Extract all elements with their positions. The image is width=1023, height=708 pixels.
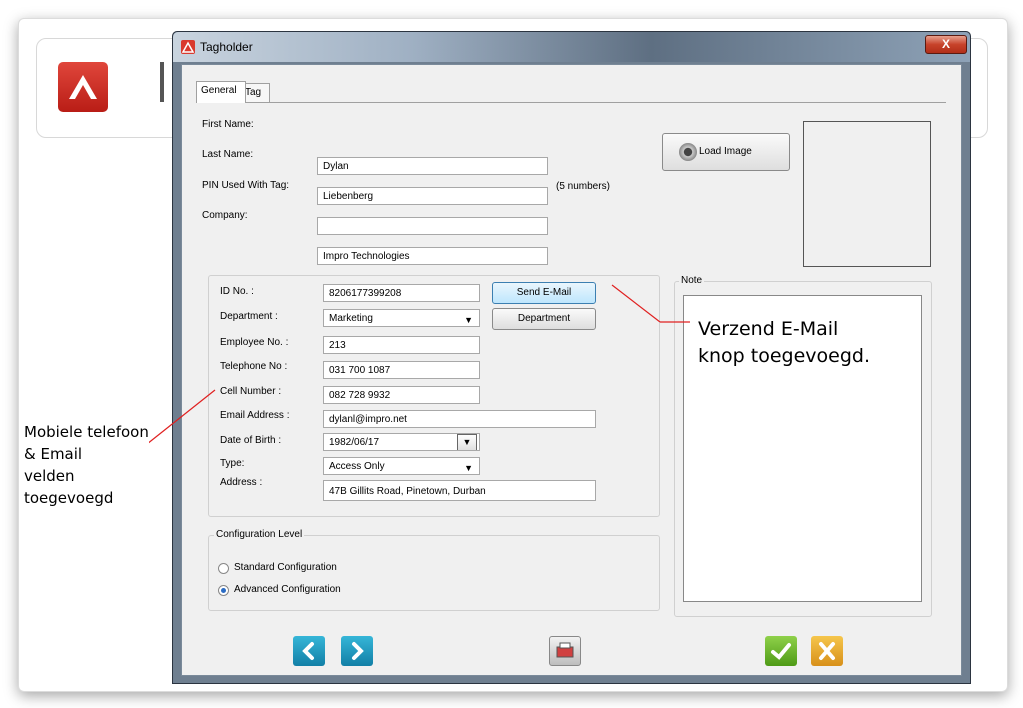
right-annotation-line: knop toegevoegd.	[698, 345, 871, 367]
tab-general[interactable]: General	[196, 81, 246, 103]
left-annotation-line: Mobiele telefoon	[24, 423, 149, 441]
right-annotation: Verzend E-Mail knop toegevoegd.	[698, 316, 870, 370]
left-annotation-line: velden	[24, 467, 75, 485]
left-annotation-line: toegevoegd	[24, 489, 114, 507]
left-annotation-line: & Email	[24, 445, 83, 463]
left-annotation: Mobiele telefoon & Email velden toegevoe…	[24, 421, 149, 509]
right-annotation-line: Verzend E-Mail	[698, 318, 839, 340]
